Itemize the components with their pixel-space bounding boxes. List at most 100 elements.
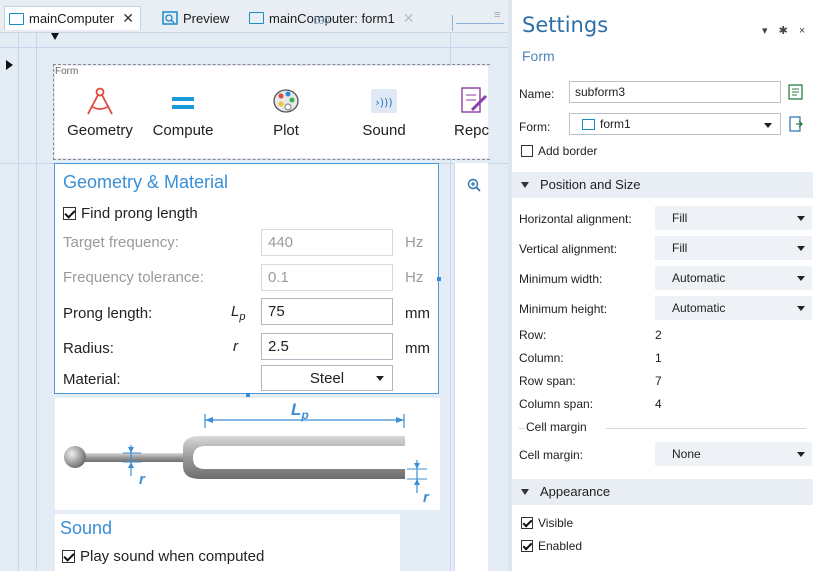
geometry-icon xyxy=(87,87,113,115)
select-value: Automatic xyxy=(672,271,726,285)
horizontal-alignment-select[interactable]: Fill xyxy=(655,206,812,230)
enabled-label: Enabled xyxy=(538,539,583,553)
compute-button[interactable]: Compute xyxy=(143,86,223,139)
graphics-column xyxy=(454,163,488,571)
form-icon xyxy=(582,118,595,130)
selection-dash xyxy=(53,159,490,160)
minimum-height-label: Minimum height: xyxy=(519,302,608,316)
tab-maincomputer-form1[interactable]: mainComputer: form1 ✕ xyxy=(245,6,420,30)
name-input[interactable]: subform3 xyxy=(569,81,781,103)
resize-handle[interactable] xyxy=(246,393,250,397)
enabled-checkbox[interactable]: Enabled xyxy=(521,539,582,553)
checkbox-checked-icon[interactable] xyxy=(521,517,533,529)
tab-maincomputer[interactable]: mainComputer ✕ xyxy=(4,6,141,30)
target-frequency-label: Target frequency: xyxy=(63,234,179,251)
grid-line xyxy=(18,33,19,571)
visible-checkbox[interactable]: Visible xyxy=(521,516,573,530)
radius-symbol: r xyxy=(233,338,238,355)
tab-label: mainComputer: form1 xyxy=(269,10,395,26)
prong-length-input[interactable]: 75 xyxy=(261,298,393,325)
radius-dim-label-right: r xyxy=(423,489,430,506)
visible-label: Visible xyxy=(538,516,574,530)
column-marker-icon[interactable] xyxy=(51,33,59,40)
geometry-label: Geometry xyxy=(67,122,133,139)
vertical-alignment-label: Vertical alignment: xyxy=(519,242,618,256)
close-icon[interactable]: ✕ xyxy=(403,10,415,27)
chevron-down-icon xyxy=(797,276,805,281)
selection-dash xyxy=(53,64,490,65)
form-icon xyxy=(249,12,264,24)
chevron-down-icon xyxy=(797,452,805,457)
tab-preview[interactable]: Preview xyxy=(158,6,235,30)
column-value: 1 xyxy=(655,351,662,365)
zoom-in-icon[interactable] xyxy=(467,178,481,192)
prong-length-unit: mm xyxy=(405,305,430,322)
geometry-button[interactable]: Geometry xyxy=(62,86,138,139)
report-button[interactable]: Repc xyxy=(450,86,490,139)
compute-label: Compute xyxy=(152,122,214,139)
row-span-value: 7 xyxy=(655,374,662,388)
add-border-checkbox[interactable]: Add border xyxy=(521,144,597,158)
plot-button[interactable]: Plot xyxy=(256,86,316,139)
plot-palette-icon xyxy=(273,89,299,113)
close-icon[interactable]: ✕ xyxy=(122,10,134,27)
target-frequency-unit: Hz xyxy=(405,234,424,251)
section-position-size[interactable]: Position and Size xyxy=(512,172,813,198)
resize-handle[interactable] xyxy=(437,277,441,281)
chevron-down-icon xyxy=(376,376,384,381)
checkbox-checked-icon[interactable] xyxy=(521,540,533,552)
grid-line xyxy=(0,47,508,48)
prong-length-dim-label: Lp xyxy=(291,400,309,422)
material-label: Material: xyxy=(63,371,121,388)
report-icon xyxy=(461,87,488,113)
checkbox-unchecked-icon[interactable] xyxy=(521,145,533,157)
radius-unit: mm xyxy=(405,340,430,357)
selection-dash xyxy=(53,64,54,160)
chevron-down-icon xyxy=(797,246,805,251)
minimum-width-select[interactable]: Automatic xyxy=(655,266,812,290)
cell-margin-label: Cell margin: xyxy=(519,448,584,462)
target-frequency-input[interactable]: 440 xyxy=(261,229,393,256)
minimum-height-select[interactable]: Automatic xyxy=(655,296,812,320)
form-caption: Form xyxy=(55,66,79,77)
find-prong-checkbox[interactable]: Find prong length xyxy=(63,205,198,222)
report-label: Repc xyxy=(454,122,490,139)
row-span-label: Row span: xyxy=(519,374,576,388)
ruler-arrow xyxy=(452,15,453,31)
checkbox-checked-icon[interactable] xyxy=(63,207,76,220)
radius-input[interactable]: 2.5 xyxy=(261,333,393,360)
grid-line xyxy=(36,33,37,571)
row-value: 2 xyxy=(655,328,662,342)
preview-icon xyxy=(162,11,178,25)
minimum-width-label: Minimum width: xyxy=(519,272,603,286)
select-value: Fill xyxy=(672,211,688,225)
form-icon xyxy=(9,12,24,25)
cell-margin-select[interactable]: None xyxy=(655,442,812,466)
form-select[interactable]: form1 xyxy=(569,113,781,135)
vertical-alignment-select[interactable]: Fill xyxy=(655,236,812,260)
settings-panel: Settings Form ▾ ✱ × Name: subform3 Form:… xyxy=(512,0,813,571)
tuning-fork-image: Lp r r xyxy=(55,398,440,510)
radius-dim-label-left: r xyxy=(139,471,146,488)
frequency-tolerance-label: Frequency tolerance: xyxy=(63,269,204,286)
sound-title: Sound xyxy=(60,518,113,538)
section-appearance[interactable]: Appearance xyxy=(512,479,813,505)
play-sound-checkbox[interactable]: Play sound when computed xyxy=(62,548,264,565)
column-span-value: 4 xyxy=(655,397,662,411)
section-label: Position and Size xyxy=(540,177,641,192)
frequency-tolerance-unit: Hz xyxy=(405,269,424,286)
row-marker-icon[interactable] xyxy=(6,60,13,70)
edit-text-icon[interactable] xyxy=(787,83,805,101)
sound-button[interactable]: ›))) Sound xyxy=(352,86,416,139)
go-to-source-icon[interactable] xyxy=(787,115,805,133)
frequency-tolerance-input[interactable]: 0.1 xyxy=(261,264,393,291)
form-value: form1 xyxy=(600,117,631,131)
find-prong-label: Find prong length xyxy=(81,205,198,222)
checkbox-checked-icon[interactable] xyxy=(62,550,75,563)
horizontal-alignment-label: Horizontal alignment: xyxy=(519,212,632,226)
collapse-triangle-icon xyxy=(521,182,529,188)
material-select[interactable]: Steel xyxy=(261,365,393,391)
panel-pin-icons[interactable]: ▾ ✱ × xyxy=(762,24,809,37)
tab-overflow-icon[interactable]: ≡ xyxy=(494,9,500,21)
geometry-material-subform[interactable]: Geometry & Material Find prong length Ta… xyxy=(54,163,439,394)
